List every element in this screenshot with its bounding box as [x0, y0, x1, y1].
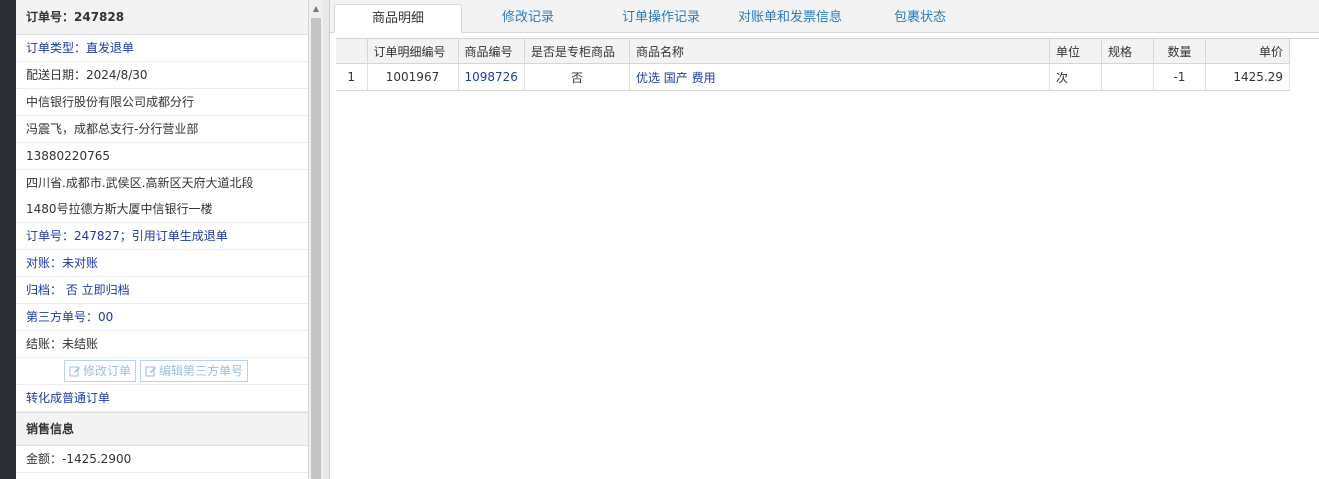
tab-statement-invoice[interactable]: 对账单和发票信息 [730, 4, 850, 31]
product-no-link[interactable]: 1098726 [458, 63, 525, 91]
sales-amount: 金额：-1425.2900 [16, 446, 308, 473]
quantity-header[interactable]: 数量 [1153, 39, 1206, 64]
row-number-header [336, 39, 368, 64]
delivery-address: 四川省.成都市.武侯区.高新区天府大道北段 1480号拉德方斯大厦中信银行一楼 [16, 170, 308, 223]
product-grid: 订单明细编号 商品编号 是否是专柜商品 商品名称 单位 规格 数量 单价 1 1… [336, 38, 1319, 91]
spec-header[interactable]: 规格 [1101, 39, 1154, 64]
tab-package-status[interactable]: 包裹状态 [870, 4, 970, 31]
product-no-header[interactable]: 商品编号 [458, 39, 525, 64]
table-row[interactable]: 1 1001967 1098726 否 优选 国产 费用 次 -1 1425.2… [336, 63, 1290, 91]
tab-change-log[interactable]: 修改记录 [482, 4, 574, 31]
reconcile-status: 对账：未对账 [16, 250, 308, 277]
price-header[interactable]: 单价 [1205, 39, 1290, 64]
settle-status: 结账：未结账 [16, 331, 308, 358]
address-line-2: 1480号拉德方斯大厦中信银行一楼 [26, 202, 213, 216]
unit-price: 1425.29 [1205, 63, 1290, 91]
tab-order-operation-log[interactable]: 订单操作记录 [606, 4, 716, 31]
order-info-panel: 订单号：247828 订单类型：直发退单 配送日期：2024/8/30 中信银行… [16, 0, 309, 479]
detail-no: 1001967 [367, 63, 459, 91]
grid-header-row: 订单明细编号 商品编号 是否是专柜商品 商品名称 单位 规格 数量 单价 [336, 39, 1290, 64]
address-line-1: 四川省.成都市.武侯区.高新区天府大道北段 [26, 176, 254, 190]
scroll-up-icon[interactable]: ▲ [311, 4, 321, 14]
scroll-thumb[interactable] [311, 18, 321, 479]
archive-status[interactable]: 归档： 否 立即归档 [16, 277, 308, 304]
order-action-buttons: 修改订单 编辑第三方单号 [16, 358, 308, 385]
edit-order-button[interactable]: 修改订单 [64, 360, 137, 382]
unit-header[interactable]: 单位 [1049, 39, 1102, 64]
row-number: 1 [336, 63, 368, 91]
is-counter: 否 [524, 63, 630, 91]
contact-name: 冯震飞，成都总支行-分行营业部 [16, 116, 308, 143]
is-counter-header[interactable]: 是否是专柜商品 [524, 39, 630, 64]
third-party-number: 第三方单号：00 [16, 304, 308, 331]
order-number-header: 订单号：247828 [16, 0, 308, 35]
edit-icon [69, 366, 80, 377]
spec [1101, 63, 1154, 91]
convert-to-normal-order-link[interactable]: 转化成普通订单 [16, 385, 308, 412]
delivery-date: 配送日期：2024/8/30 [16, 62, 308, 89]
contact-phone: 13880220765 [16, 143, 308, 170]
detail-no-header[interactable]: 订单明细编号 [367, 39, 459, 64]
unit: 次 [1049, 63, 1102, 91]
sales-info-header: 销售信息 [16, 412, 308, 446]
tab-product-details[interactable]: 商品明细 [334, 4, 462, 33]
product-name-link[interactable]: 优选 国产 费用 [629, 63, 1050, 91]
edit-icon [145, 366, 157, 377]
reference-order[interactable]: 订单号：247827；引用订单生成退单 [16, 223, 308, 250]
quantity: -1 [1153, 63, 1206, 91]
left-panel-scrollbar[interactable]: ▲ [309, 0, 323, 479]
edit-order-label: 修改订单 [83, 364, 132, 378]
order-type: 订单类型：直发退单 [16, 35, 308, 62]
product-name-header[interactable]: 商品名称 [629, 39, 1050, 64]
detail-tabs: 商品明细 修改记录 订单操作记录 对账单和发票信息 包裹状态 [330, 0, 1319, 33]
edit-third-party-label: 编辑第三方单号 [159, 364, 244, 378]
company-name: 中信银行股份有限公司成都分行 [16, 89, 308, 116]
panel-splitter[interactable] [323, 0, 330, 479]
detail-panel: 商品明细 修改记录 订单操作记录 对账单和发票信息 包裹状态 订单明细编号 商品… [330, 0, 1319, 479]
edit-third-party-button[interactable]: 编辑第三方单号 [140, 360, 249, 382]
